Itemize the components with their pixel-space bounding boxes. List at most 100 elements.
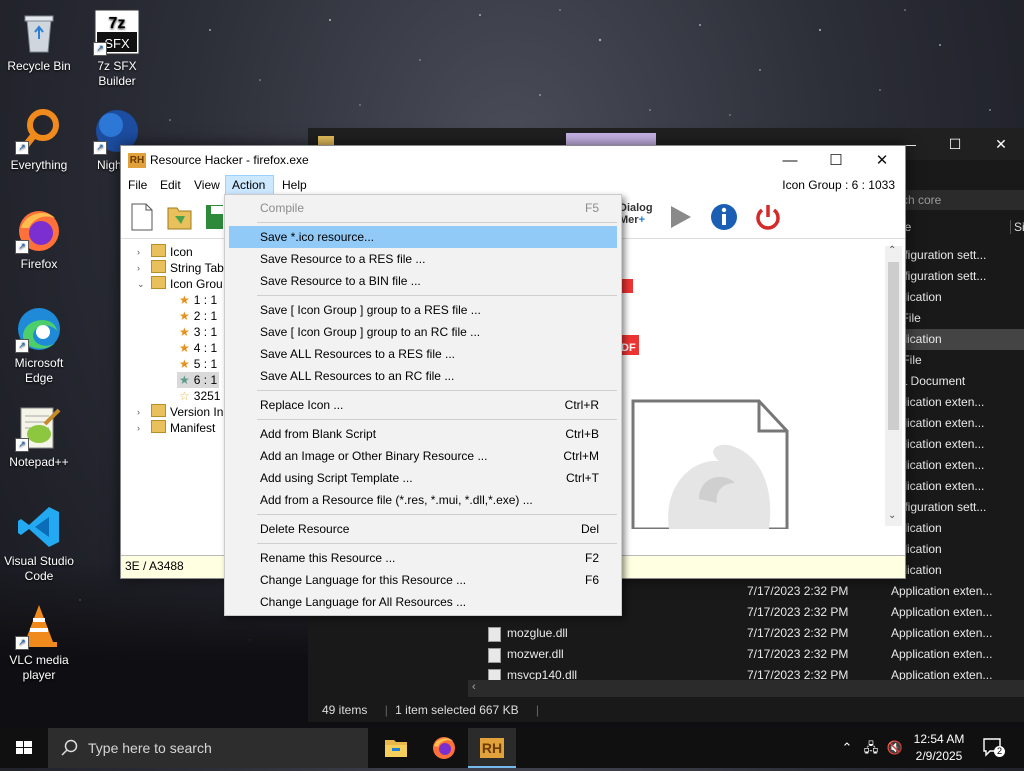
- explorer-horizontal-scrollbar[interactable]: ‹: [468, 680, 1024, 697]
- dialog-merger-button[interactable]: Dialog Mer+: [619, 202, 655, 232]
- minimize-icon[interactable]: —: [767, 146, 813, 175]
- tree-node-icon-group-item[interactable]: ★ 4 : 1: [179, 340, 217, 356]
- menu-item-change-language-all[interactable]: Change Language for All Resources ...: [229, 591, 617, 613]
- explorer-search-input[interactable]: rch core: [892, 190, 1024, 210]
- scroll-thumb[interactable]: [888, 262, 899, 430]
- desktop-icon-visual-studio-code[interactable]: Visual Studio Code: [1, 503, 77, 584]
- menu-item-rename-resource[interactable]: Rename this Resource ... F2: [229, 547, 617, 569]
- menu-item-add-script-template[interactable]: Add using Script Template ... Ctrl+T: [229, 467, 617, 489]
- action-dropdown-menu: Compile F5 Save *.ico resource... Save Re…: [224, 194, 622, 616]
- volume-muted-icon[interactable]: 🔇: [884, 728, 906, 768]
- menu-item-save-all-res[interactable]: Save ALL Resources to a RES file ...: [229, 343, 617, 365]
- firefox-icon: [433, 737, 455, 759]
- column-header-size[interactable]: Siz: [1010, 220, 1024, 234]
- desktop-icon-vlc[interactable]: ↗ VLC media player: [1, 602, 77, 683]
- taskbar-file-explorer[interactable]: [372, 728, 420, 768]
- menu-item-save-ico-resource[interactable]: Save *.ico resource...: [229, 226, 617, 248]
- tree-node-icon-group[interactable]: ⌄ Icon Grou: [137, 276, 223, 292]
- expand-icon[interactable]: ›: [137, 244, 140, 260]
- rh-menu-bar: File Edit View Action Help Icon Group : …: [121, 175, 905, 195]
- taskbar-firefox[interactable]: [420, 728, 468, 768]
- menu-item-compile[interactable]: Compile F5: [229, 197, 617, 219]
- open-file-icon[interactable]: [165, 202, 195, 232]
- star-icon: ★: [179, 373, 190, 387]
- menu-item-label: Rename this Resource ...: [260, 551, 396, 565]
- menu-item-add-from-resource-file[interactable]: Add from a Resource file (*.res, *.mui, …: [229, 489, 617, 511]
- menu-action[interactable]: Action: [225, 175, 274, 195]
- menu-item-add-blank-script[interactable]: Add from Blank Script Ctrl+B: [229, 423, 617, 445]
- desktop-icon-firefox[interactable]: ↗ Firefox: [1, 206, 77, 272]
- tree-label: Manifest: [170, 421, 216, 435]
- network-icon[interactable]: 🖧: [860, 728, 882, 768]
- desktop-icon-7z-sfx-builder[interactable]: 7z SFX ↗ 7z SFX Builder: [79, 8, 155, 89]
- shortcut-arrow-icon: ↗: [93, 141, 107, 155]
- start-button[interactable]: [0, 728, 48, 768]
- table-row[interactable]: mozglue.dll 7/17/2023 2:32 PM Application …: [468, 623, 1024, 644]
- rh-title-bar[interactable]: RH Resource Hacker - firefox.exe — ☐ ✕: [121, 146, 905, 175]
- menu-item-label: Add an Image or Other Binary Resource ..…: [260, 449, 488, 463]
- scroll-left-icon[interactable]: ‹: [472, 681, 476, 693]
- close-icon[interactable]: ✕: [859, 146, 905, 175]
- desktop-icon-microsoft-edge[interactable]: ↗ Microsoft Edge: [1, 305, 77, 386]
- expand-icon[interactable]: ›: [137, 260, 140, 276]
- desktop-icon-recycle-bin[interactable]: Recycle Bin: [1, 8, 77, 74]
- notepad-plus-plus-icon: ↗: [15, 404, 63, 452]
- everything-search-icon: ↗: [15, 107, 63, 155]
- menu-item-save-group-res[interactable]: Save [ Icon Group ] group to a RES file …: [229, 299, 617, 321]
- menu-file[interactable]: File: [122, 175, 153, 195]
- menu-item-save-all-rc[interactable]: Save ALL Resources to an RC file ...: [229, 365, 617, 387]
- file-type: Application exten...: [891, 584, 993, 598]
- tree-node-icon-group-item[interactable]: ☆ 3251: [179, 388, 220, 404]
- dll-file-icon: [488, 648, 501, 663]
- info-icon[interactable]: [709, 202, 739, 232]
- menu-item-label: Save ALL Resources to a RES file ...: [260, 347, 455, 361]
- tree-node-icon[interactable]: › Icon: [137, 244, 193, 260]
- save-icon[interactable]: [203, 202, 223, 232]
- taskbar-resource-hacker[interactable]: RH: [468, 728, 516, 768]
- tree-node-version-info[interactable]: › Version In: [137, 404, 223, 420]
- maximize-icon[interactable]: ☐: [932, 128, 978, 160]
- power-exit-icon[interactable]: [753, 202, 783, 232]
- scroll-up-icon[interactable]: ⌃: [888, 245, 896, 256]
- scroll-down-icon[interactable]: ⌄: [888, 510, 896, 521]
- desktop-icon-everything[interactable]: ↗ Everything: [1, 107, 77, 173]
- preview-vertical-scrollbar[interactable]: ⌃ ⌄: [885, 245, 902, 526]
- tree-node-manifest[interactable]: › Manifest: [137, 420, 216, 436]
- run-script-icon[interactable]: [665, 202, 695, 232]
- menu-item-change-language-this[interactable]: Change Language for this Resource ... F6: [229, 569, 617, 591]
- menu-item-add-image-binary[interactable]: Add an Image or Other Binary Resource ..…: [229, 445, 617, 467]
- menu-item-delete-resource[interactable]: Delete Resource Del: [229, 518, 617, 540]
- menu-item-save-resource-bin[interactable]: Save Resource to a BIN file ...: [229, 270, 617, 292]
- menu-item-save-resource-res[interactable]: Save Resource to a RES file ...: [229, 248, 617, 270]
- search-placeholder: Type here to search: [88, 740, 212, 756]
- menu-item-save-group-rc[interactable]: Save [ Icon Group ] group to an RC file …: [229, 321, 617, 343]
- tray-overflow-chevron-icon[interactable]: ⌃: [836, 728, 858, 768]
- tree-node-icon-group-item[interactable]: ★ 2 : 1: [179, 308, 217, 324]
- desktop-icon-label: Visual Studio Code: [4, 554, 74, 583]
- taskbar-search-box[interactable]: Type here to search: [48, 728, 368, 768]
- tree-node-icon-group-item[interactable]: ★ 3 : 1: [179, 324, 217, 340]
- desktop-icon-notepad-plus-plus[interactable]: ↗ Notepad++: [1, 404, 77, 470]
- tree-node-icon-group-item[interactable]: ★ 5 : 1: [179, 356, 217, 372]
- taskbar-clock[interactable]: 12:54 AM 2/9/2025: [904, 731, 974, 765]
- expand-icon[interactable]: ›: [137, 420, 140, 436]
- icon-preview-image: DF: [619, 279, 789, 531]
- tree-node-string-table[interactable]: › String Tab: [137, 260, 224, 276]
- table-row[interactable]: mozwer.dll 7/17/2023 2:32 PM Application e…: [468, 644, 1024, 665]
- collapse-icon[interactable]: ⌄: [137, 276, 145, 292]
- menu-item-label: Change Language for All Resources ...: [260, 595, 467, 609]
- menu-view[interactable]: View: [188, 175, 226, 195]
- expand-icon[interactable]: ›: [137, 404, 140, 420]
- tree-node-icon-group-item[interactable]: ★ 1 : 1: [179, 292, 217, 308]
- tree-node-icon-group-item-selected[interactable]: ★ 6 : 1: [177, 372, 220, 388]
- notification-center-icon[interactable]: 2: [982, 737, 1005, 757]
- new-file-icon[interactable]: [127, 202, 157, 232]
- menu-edit[interactable]: Edit: [154, 175, 187, 195]
- close-icon[interactable]: ✕: [978, 128, 1024, 160]
- menu-item-replace-icon[interactable]: Replace Icon ... Ctrl+R: [229, 394, 617, 416]
- taskbar: Type here to search RH ⌃ 🖧 🔇 12:54 AM 2/…: [0, 728, 1024, 768]
- maximize-icon[interactable]: ☐: [813, 146, 859, 175]
- menu-item-label: Save *.ico resource...: [260, 230, 375, 244]
- menu-help[interactable]: Help: [276, 175, 313, 195]
- star-icon: ★: [179, 341, 190, 355]
